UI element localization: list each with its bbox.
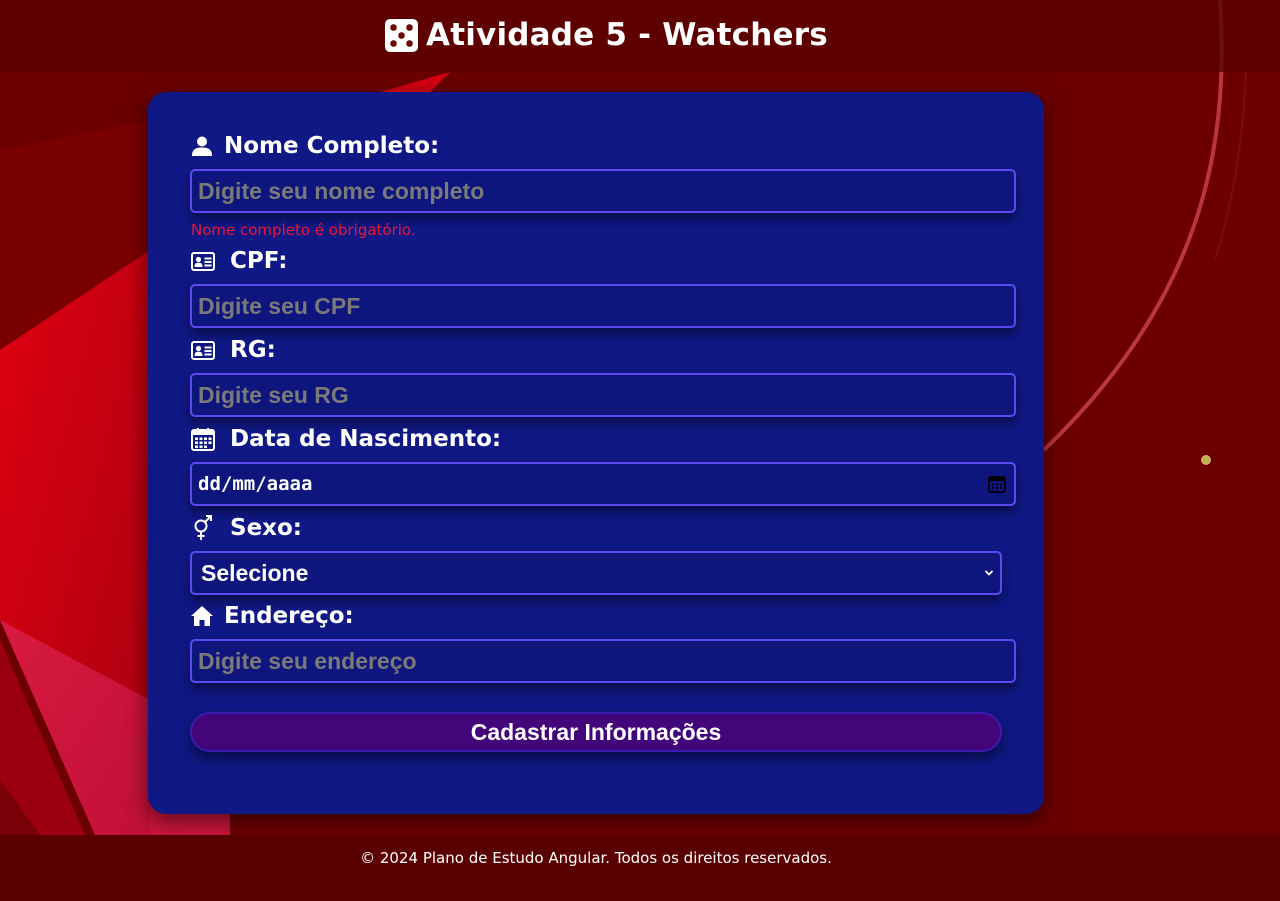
gender-icon: [190, 515, 216, 540]
header: Atividade 5 - Watchers: [0, 0, 1280, 72]
calendar-icon: [190, 427, 216, 451]
user-icon: [190, 134, 214, 158]
cpf-label: CPF:: [190, 246, 287, 276]
nascimento-date-input[interactable]: dd/mm/aaaa: [190, 462, 1016, 506]
footer: © 2024 Plano de Estudo Angular. Todos os…: [0, 835, 1280, 901]
nome-input[interactable]: [190, 169, 1016, 213]
endereco-label: Endereço:: [190, 601, 354, 631]
registration-form: Nome Completo: Nome completo é obrigatór…: [148, 92, 1044, 814]
footer-text: © 2024 Plano de Estudo Angular. Todos os…: [360, 849, 832, 867]
sexo-select-value: Selecione: [201, 559, 309, 586]
nascimento-label: Data de Nascimento:: [190, 424, 501, 454]
endereco-label-text: Endereço:: [224, 603, 354, 629]
page-title-text: Atividade 5 - Watchers: [426, 17, 828, 53]
rg-label-text: RG:: [230, 337, 276, 363]
rg-input[interactable]: [190, 373, 1016, 417]
chevron-down-icon: [984, 569, 994, 577]
sexo-label-text: Sexo:: [230, 515, 302, 541]
rg-label: RG:: [190, 335, 276, 365]
home-icon: [190, 604, 214, 628]
date-input-value: dd/mm/aaaa: [198, 473, 313, 495]
sexo-label: Sexo:: [190, 513, 302, 543]
nome-error-message: Nome completo é obrigatório.: [191, 221, 416, 239]
decorative-dot: [1201, 455, 1211, 465]
id-card-icon: [190, 249, 216, 273]
cpf-label-text: CPF:: [230, 248, 288, 274]
submit-button[interactable]: Cadastrar Informações: [190, 712, 1002, 752]
endereco-input[interactable]: [190, 639, 1016, 683]
nascimento-label-text: Data de Nascimento:: [230, 426, 502, 452]
calendar-picker-icon[interactable]: [988, 475, 1006, 493]
nome-label: Nome Completo:: [190, 131, 439, 161]
page-title: Atividade 5 - Watchers: [385, 15, 828, 55]
sexo-select[interactable]: Selecione: [190, 551, 1002, 595]
id-card-icon: [190, 338, 216, 362]
dice-icon: [385, 18, 418, 52]
cpf-input[interactable]: [190, 284, 1016, 328]
nome-label-text: Nome Completo:: [224, 133, 440, 159]
